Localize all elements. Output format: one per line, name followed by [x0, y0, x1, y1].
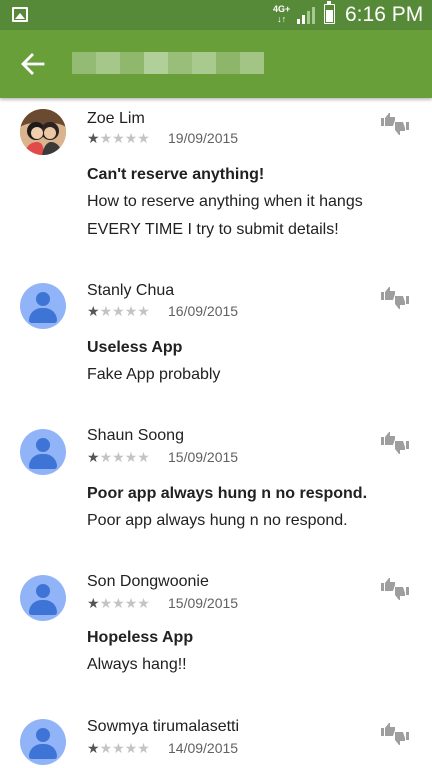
- star-empty-icon: ★: [112, 740, 125, 756]
- review-body: Fake App probably: [87, 361, 417, 389]
- star-rating: ★★★★★: [87, 596, 150, 610]
- star-filled-icon: ★: [87, 595, 100, 611]
- star-rating: ★★★★★: [87, 741, 150, 755]
- star-filled-icon: ★: [87, 130, 100, 146]
- review-title: Poor app always hung n no respond.: [87, 485, 368, 502]
- star-empty-icon: ★: [137, 303, 150, 319]
- avatar[interactable]: [20, 109, 66, 155]
- review-title: Hopeless App: [87, 629, 194, 646]
- review-date: 19/09/2015: [168, 130, 239, 146]
- star-empty-icon: ★: [124, 303, 138, 319]
- star-empty-icon: ★: [137, 595, 150, 611]
- avatar[interactable]: [20, 719, 66, 765]
- star-rating: ★★★★★: [87, 304, 150, 318]
- battery-icon: [324, 1, 335, 24]
- review-body-line: How to reserve anything when it hangs: [87, 193, 363, 210]
- star-empty-icon: ★: [124, 595, 138, 611]
- star-empty-icon: ★: [124, 449, 138, 465]
- review-body-line: Poor app always hung n no respond.: [87, 512, 348, 529]
- review-body-line: Always hang!!: [87, 656, 187, 673]
- star-filled-icon: ★: [87, 303, 100, 319]
- review-body: Always hang!!: [87, 651, 417, 679]
- reviewer-name: Sowmya tirumalasetti: [87, 718, 240, 735]
- reviewer-name: Shaun Soong: [87, 427, 184, 444]
- star-filled-icon: ★: [87, 740, 100, 756]
- star-empty-icon: ★: [112, 130, 125, 146]
- star-rating: ★★★★★: [87, 450, 150, 464]
- person-icon: [36, 584, 50, 598]
- gallery-icon: [12, 7, 28, 22]
- status-bar: 4G+ ↓↑ 6:16 PM: [0, 0, 432, 30]
- star-empty-icon: ★: [112, 595, 125, 611]
- review-date: 15/09/2015: [168, 595, 239, 611]
- star-empty-icon: ★: [99, 449, 113, 465]
- star-empty-icon: ★: [112, 449, 125, 465]
- person-icon: [36, 438, 50, 452]
- star-empty-icon: ★: [99, 130, 113, 146]
- app-bar: [0, 30, 432, 98]
- avatar-photo: [20, 109, 66, 155]
- signal-icon: [297, 7, 315, 24]
- review-title: Can't reserve anything!: [87, 166, 265, 183]
- review-date: 15/09/2015: [168, 449, 239, 465]
- avatar[interactable]: [20, 283, 66, 329]
- star-empty-icon: ★: [124, 130, 138, 146]
- review-date: 16/09/2015: [168, 303, 239, 319]
- star-empty-icon: ★: [137, 740, 150, 756]
- reviewer-name: Stanly Chua: [87, 282, 175, 299]
- star-empty-icon: ★: [112, 303, 125, 319]
- review-body: Poor app always hung n no respond.: [87, 507, 417, 535]
- person-icon: [36, 728, 50, 742]
- review-body-line: Fake App probably: [87, 366, 221, 383]
- star-empty-icon: ★: [99, 595, 113, 611]
- thumbs-up-down-icon[interactable]: [380, 575, 410, 603]
- review-title: Useless App: [87, 339, 183, 356]
- avatar[interactable]: [20, 429, 66, 475]
- thumbs-up-down-icon[interactable]: [380, 720, 410, 748]
- review-date: 14/09/2015: [168, 740, 239, 756]
- star-empty-icon: ★: [124, 740, 138, 756]
- network-type: 4G+: [273, 4, 291, 14]
- star-filled-icon: ★: [87, 449, 100, 465]
- redacted-app-title: [72, 52, 264, 74]
- thumbs-up-down-icon[interactable]: [380, 429, 410, 457]
- avatar[interactable]: [20, 575, 66, 621]
- arrow-left-icon[interactable]: [18, 50, 48, 78]
- star-empty-icon: ★: [137, 130, 150, 146]
- star-rating: ★★★★★: [87, 131, 150, 145]
- review-body-line: EVERY TIME I try to submit details!: [87, 221, 339, 238]
- reviewer-name: Son Dongwoonie: [87, 573, 209, 590]
- thumbs-up-down-icon[interactable]: [380, 110, 410, 138]
- person-icon: [36, 292, 50, 306]
- star-empty-icon: ★: [137, 449, 150, 465]
- network-indicator: 4G+ ↓↑: [273, 4, 290, 24]
- review-body: How to reserve anything when it hangs EV…: [87, 188, 417, 244]
- reviewer-name: Zoe Lim: [87, 110, 145, 127]
- network-arrows: ↓↑: [277, 14, 287, 24]
- clock: 6:16 PM: [345, 3, 424, 26]
- star-empty-icon: ★: [99, 740, 113, 756]
- thumbs-up-down-icon[interactable]: [380, 284, 410, 312]
- star-empty-icon: ★: [99, 303, 113, 319]
